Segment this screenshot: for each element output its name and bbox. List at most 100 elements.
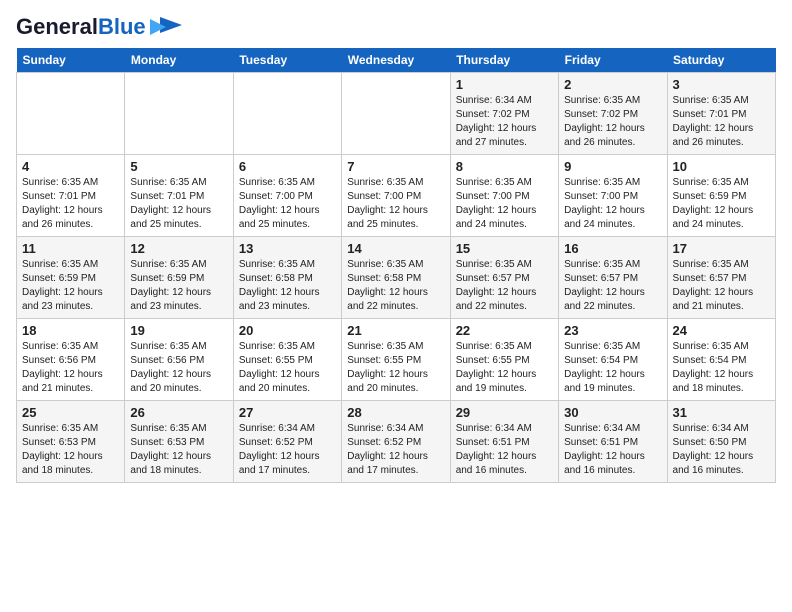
day-cell: 2 Sunrise: 6:35 AM Sunset: 7:02 PM Daylig… bbox=[559, 73, 667, 155]
day-info: Sunrise: 6:35 AM Sunset: 7:01 PM Dayligh… bbox=[673, 94, 770, 150]
day-info: Sunrise: 6:35 AM Sunset: 7:00 PM Dayligh… bbox=[456, 176, 553, 232]
day-header-monday: Monday bbox=[125, 48, 233, 73]
logo-text: GeneralBlue bbox=[16, 16, 146, 38]
day-number: 1 bbox=[456, 77, 553, 92]
day-info: Sunrise: 6:35 AM Sunset: 6:57 PM Dayligh… bbox=[456, 258, 553, 314]
day-info: Sunrise: 6:35 AM Sunset: 6:57 PM Dayligh… bbox=[673, 258, 770, 314]
day-number: 4 bbox=[22, 159, 119, 174]
day-number: 30 bbox=[564, 405, 661, 420]
day-number: 24 bbox=[673, 323, 770, 338]
day-number: 14 bbox=[347, 241, 444, 256]
day-cell: 17 Sunrise: 6:35 AM Sunset: 6:57 PM Dayli… bbox=[667, 237, 775, 319]
day-info: Sunrise: 6:35 AM Sunset: 6:53 PM Dayligh… bbox=[22, 422, 119, 478]
day-header-friday: Friday bbox=[559, 48, 667, 73]
day-info: Sunrise: 6:34 AM Sunset: 6:50 PM Dayligh… bbox=[673, 422, 770, 478]
day-number: 19 bbox=[130, 323, 227, 338]
day-number: 10 bbox=[673, 159, 770, 174]
day-cell: 1 Sunrise: 6:34 AM Sunset: 7:02 PM Daylig… bbox=[450, 73, 558, 155]
day-number: 28 bbox=[347, 405, 444, 420]
day-number: 31 bbox=[673, 405, 770, 420]
day-cell bbox=[233, 73, 341, 155]
day-cell: 24 Sunrise: 6:35 AM Sunset: 6:54 PM Dayli… bbox=[667, 319, 775, 401]
day-number: 8 bbox=[456, 159, 553, 174]
day-cell: 6Sunrise: 6:35 AM Sunset: 7:00 PM Daylig… bbox=[233, 155, 341, 237]
day-cell: 19 Sunrise: 6:35 AM Sunset: 6:56 PM Dayli… bbox=[125, 319, 233, 401]
day-info: Sunrise: 6:35 AM Sunset: 7:01 PM Dayligh… bbox=[130, 176, 227, 232]
day-info: Sunrise: 6:35 AM Sunset: 6:56 PM Dayligh… bbox=[22, 340, 119, 396]
day-header-thursday: Thursday bbox=[450, 48, 558, 73]
day-header-wednesday: Wednesday bbox=[342, 48, 450, 73]
day-number: 22 bbox=[456, 323, 553, 338]
day-number: 11 bbox=[22, 241, 119, 256]
day-cell: 4 Sunrise: 6:35 AM Sunset: 7:01 PM Daylig… bbox=[17, 155, 125, 237]
day-cell: 22 Sunrise: 6:35 AM Sunset: 6:55 PM Dayli… bbox=[450, 319, 558, 401]
day-info: Sunrise: 6:35 AM Sunset: 6:55 PM Dayligh… bbox=[347, 340, 444, 396]
day-cell: 12Sunrise: 6:35 AM Sunset: 6:59 PM Dayli… bbox=[125, 237, 233, 319]
day-cell: 18Sunrise: 6:35 AM Sunset: 6:56 PM Dayli… bbox=[17, 319, 125, 401]
day-info: Sunrise: 6:35 AM Sunset: 6:56 PM Dayligh… bbox=[130, 340, 227, 396]
day-info: Sunrise: 6:35 AM Sunset: 7:02 PM Dayligh… bbox=[564, 94, 661, 150]
day-cell: 25 Sunrise: 6:35 AM Sunset: 6:53 PM Dayli… bbox=[17, 401, 125, 483]
day-number: 7 bbox=[347, 159, 444, 174]
day-info: Sunrise: 6:35 AM Sunset: 7:00 PM Dayligh… bbox=[239, 176, 336, 232]
day-info: Sunrise: 6:35 AM Sunset: 7:01 PM Dayligh… bbox=[22, 176, 119, 232]
day-number: 13 bbox=[239, 241, 336, 256]
day-cell: 30Sunrise: 6:34 AM Sunset: 6:51 PM Dayli… bbox=[559, 401, 667, 483]
day-header-sunday: Sunday bbox=[17, 48, 125, 73]
day-cell: 9 Sunrise: 6:35 AM Sunset: 7:00 PM Daylig… bbox=[559, 155, 667, 237]
week-row-1: 1 Sunrise: 6:34 AM Sunset: 7:02 PM Daylig… bbox=[17, 73, 776, 155]
day-info: Sunrise: 6:35 AM Sunset: 6:59 PM Dayligh… bbox=[22, 258, 119, 314]
day-number: 3 bbox=[673, 77, 770, 92]
day-cell: 20Sunrise: 6:35 AM Sunset: 6:55 PM Dayli… bbox=[233, 319, 341, 401]
day-cell: 16 Sunrise: 6:35 AM Sunset: 6:57 PM Dayli… bbox=[559, 237, 667, 319]
day-info: Sunrise: 6:34 AM Sunset: 6:51 PM Dayligh… bbox=[456, 422, 553, 478]
day-number: 29 bbox=[456, 405, 553, 420]
day-cell: 23Sunrise: 6:35 AM Sunset: 6:54 PM Dayli… bbox=[559, 319, 667, 401]
day-cell bbox=[17, 73, 125, 155]
day-info: Sunrise: 6:35 AM Sunset: 6:55 PM Dayligh… bbox=[239, 340, 336, 396]
day-number: 25 bbox=[22, 405, 119, 420]
day-number: 27 bbox=[239, 405, 336, 420]
day-info: Sunrise: 6:35 AM Sunset: 6:53 PM Dayligh… bbox=[130, 422, 227, 478]
day-info: Sunrise: 6:35 AM Sunset: 6:57 PM Dayligh… bbox=[564, 258, 661, 314]
day-cell: 11 Sunrise: 6:35 AM Sunset: 6:59 PM Dayli… bbox=[17, 237, 125, 319]
day-cell bbox=[342, 73, 450, 155]
day-number: 26 bbox=[130, 405, 227, 420]
day-cell: 14 Sunrise: 6:35 AM Sunset: 6:58 PM Dayli… bbox=[342, 237, 450, 319]
logo: GeneralBlue bbox=[16, 16, 182, 38]
day-info: Sunrise: 6:34 AM Sunset: 6:52 PM Dayligh… bbox=[347, 422, 444, 478]
day-cell: 21Sunrise: 6:35 AM Sunset: 6:55 PM Dayli… bbox=[342, 319, 450, 401]
day-cell bbox=[125, 73, 233, 155]
day-cell: 15 Sunrise: 6:35 AM Sunset: 6:57 PM Dayli… bbox=[450, 237, 558, 319]
day-cell: 8 Sunrise: 6:35 AM Sunset: 7:00 PM Daylig… bbox=[450, 155, 558, 237]
day-info: Sunrise: 6:35 AM Sunset: 6:55 PM Dayligh… bbox=[456, 340, 553, 396]
day-info: Sunrise: 6:35 AM Sunset: 7:00 PM Dayligh… bbox=[347, 176, 444, 232]
week-row-4: 18Sunrise: 6:35 AM Sunset: 6:56 PM Dayli… bbox=[17, 319, 776, 401]
day-info: Sunrise: 6:35 AM Sunset: 6:54 PM Dayligh… bbox=[673, 340, 770, 396]
day-number: 9 bbox=[564, 159, 661, 174]
day-cell: 3 Sunrise: 6:35 AM Sunset: 7:01 PM Daylig… bbox=[667, 73, 775, 155]
day-number: 12 bbox=[130, 241, 227, 256]
week-row-3: 11 Sunrise: 6:35 AM Sunset: 6:59 PM Dayli… bbox=[17, 237, 776, 319]
day-info: Sunrise: 6:35 AM Sunset: 6:58 PM Dayligh… bbox=[347, 258, 444, 314]
day-cell: 27 Sunrise: 6:34 AM Sunset: 6:52 PM Dayli… bbox=[233, 401, 341, 483]
day-number: 2 bbox=[564, 77, 661, 92]
day-info: Sunrise: 6:35 AM Sunset: 6:59 PM Dayligh… bbox=[673, 176, 770, 232]
logo-icon bbox=[150, 17, 182, 37]
day-info: Sunrise: 6:34 AM Sunset: 7:02 PM Dayligh… bbox=[456, 94, 553, 150]
day-number: 15 bbox=[456, 241, 553, 256]
day-cell: 5 Sunrise: 6:35 AM Sunset: 7:01 PM Daylig… bbox=[125, 155, 233, 237]
day-cell: 26 Sunrise: 6:35 AM Sunset: 6:53 PM Dayli… bbox=[125, 401, 233, 483]
calendar-table: SundayMondayTuesdayWednesdayThursdayFrid… bbox=[16, 48, 776, 483]
day-number: 5 bbox=[130, 159, 227, 174]
day-cell: 7 Sunrise: 6:35 AM Sunset: 7:00 PM Daylig… bbox=[342, 155, 450, 237]
day-info: Sunrise: 6:34 AM Sunset: 6:52 PM Dayligh… bbox=[239, 422, 336, 478]
day-header-tuesday: Tuesday bbox=[233, 48, 341, 73]
day-number: 16 bbox=[564, 241, 661, 256]
day-cell: 28 Sunrise: 6:34 AM Sunset: 6:52 PM Dayli… bbox=[342, 401, 450, 483]
week-row-5: 25 Sunrise: 6:35 AM Sunset: 6:53 PM Dayli… bbox=[17, 401, 776, 483]
day-info: Sunrise: 6:35 AM Sunset: 7:00 PM Dayligh… bbox=[564, 176, 661, 232]
day-number: 17 bbox=[673, 241, 770, 256]
day-header-saturday: Saturday bbox=[667, 48, 775, 73]
day-cell: 31 Sunrise: 6:34 AM Sunset: 6:50 PM Dayli… bbox=[667, 401, 775, 483]
